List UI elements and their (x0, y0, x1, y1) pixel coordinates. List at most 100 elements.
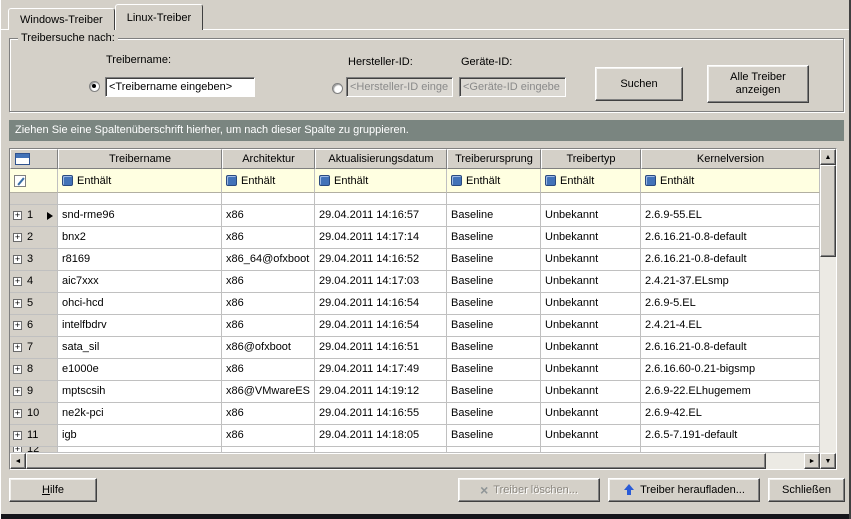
filter-icon[interactable] (62, 175, 73, 186)
cell-treiberursprung: Baseline (447, 337, 541, 359)
row-indicator-cell[interactable]: + 9 (10, 381, 58, 403)
column-header-kernelversion[interactable]: Kernelversion (641, 149, 820, 169)
row-indicator-cell[interactable]: + 11 (10, 425, 58, 447)
cell-treibertyp: Unbekannt (541, 227, 641, 249)
filter-cell-treibername[interactable]: Enthält (58, 169, 222, 193)
horizontal-scroll-track[interactable] (766, 453, 804, 469)
grid-header-row: Treibername Architektur Aktualisierungsd… (10, 149, 820, 169)
show-all-drivers-label: Alle Treiber anzeigen (708, 71, 808, 97)
cell-kernelversion: 2.6.16.21-0.8-default (641, 227, 820, 249)
upload-driver-label: Treiber heraufladen... (640, 484, 745, 496)
filter-icon[interactable] (319, 175, 330, 186)
filter-icon[interactable] (545, 175, 556, 186)
vertical-scroll-thumb[interactable] (820, 165, 836, 257)
cell-architektur: x86 (222, 315, 315, 337)
expand-icon[interactable]: + (13, 321, 22, 330)
column-header-treiberursprung[interactable]: Treiberursprung (447, 149, 541, 169)
filter-cell-aktualisierungsdatum[interactable]: Enthält (315, 169, 447, 193)
search-by-id-radio[interactable] (332, 83, 343, 94)
horizontal-scrollbar[interactable]: ◄ ► (10, 453, 820, 469)
table-row[interactable]: + 5 ohci-hcd x86 29.04.2011 14:16:54 Bas… (10, 293, 820, 315)
table-row[interactable]: + 6 intelfbdrv x86 29.04.2011 14:16:54 B… (10, 315, 820, 337)
filter-cell-kernelversion[interactable]: Enthält (641, 169, 820, 193)
table-row[interactable]: + 10 ne2k-pci x86 29.04.2011 14:16:55 Ba… (10, 403, 820, 425)
tab-linux-treiber[interactable]: Linux-Treiber (115, 4, 203, 30)
row-indicator-cell[interactable]: + 7 (10, 337, 58, 359)
scroll-left-button[interactable]: ◄ (10, 453, 26, 469)
cell-treibername: e1000e (58, 359, 222, 381)
column-header-treibertyp[interactable]: Treibertyp (541, 149, 641, 169)
filter-operator: Enthält (241, 175, 275, 187)
column-chooser-icon (15, 153, 30, 165)
row-indicator-cell[interactable]: + 6 (10, 315, 58, 337)
row-number: 3 (27, 249, 33, 270)
search-by-name-radio[interactable] (89, 81, 100, 92)
cell-architektur: x86@ofxboot (222, 337, 315, 359)
expand-icon[interactable]: + (13, 233, 22, 242)
row-indicator-cell[interactable]: + 10 (10, 403, 58, 425)
group-by-panel[interactable]: Ziehen Sie eine Spaltenüberschrift hierh… (9, 120, 844, 141)
row-indicator-cell[interactable]: + 8 (10, 359, 58, 381)
expand-icon[interactable]: + (13, 299, 22, 308)
close-button[interactable]: Schließen (768, 478, 845, 502)
expand-icon[interactable]: + (13, 277, 22, 286)
vertical-scrollbar[interactable]: ▲ ▼ (820, 149, 836, 469)
cell-kernelversion: 2.6.9-55.EL (641, 205, 820, 227)
scroll-down-button[interactable]: ▼ (820, 453, 836, 469)
scroll-right-button[interactable]: ► (804, 453, 820, 469)
delete-driver-button[interactable]: × Treiber löschen... (458, 478, 600, 502)
row-indicator-header[interactable] (10, 149, 58, 169)
table-row[interactable]: + 9 mptscsih x86@VMwareES 29.04.2011 14:… (10, 381, 820, 403)
drivername-input[interactable] (105, 77, 255, 97)
table-row[interactable]: + 1 snd-rme96 x86 29.04.2011 14:16:57 Ba… (10, 205, 820, 227)
search-button[interactable]: Suchen (595, 67, 683, 101)
vendor-id-input[interactable] (346, 77, 453, 97)
show-all-drivers-button[interactable]: Alle Treiber anzeigen (707, 65, 809, 103)
table-row[interactable]: + 8 e1000e x86 29.04.2011 14:17:49 Basel… (10, 359, 820, 381)
cell-architektur: x86 (222, 359, 315, 381)
column-header-aktualisierungsdatum[interactable]: Aktualisierungsdatum (315, 149, 447, 169)
row-number: 8 (27, 359, 33, 380)
column-header-architektur[interactable]: Architektur (222, 149, 315, 169)
filter-icon[interactable] (451, 175, 462, 186)
table-row[interactable]: + 7 sata_sil x86@ofxboot 29.04.2011 14:1… (10, 337, 820, 359)
filter-cell-treiberursprung[interactable]: Enthält (447, 169, 541, 193)
cell-aktualisierungsdatum: 29.04.2011 14:17:03 (315, 271, 447, 293)
horizontal-scroll-thumb[interactable] (26, 453, 766, 469)
filter-cell-architektur[interactable]: Enthält (222, 169, 315, 193)
vertical-scroll-track[interactable] (820, 257, 836, 453)
column-header-treibername[interactable]: Treibername (58, 149, 222, 169)
row-indicator-cell[interactable]: + 2 (10, 227, 58, 249)
row-indicator-cell[interactable]: + 3 (10, 249, 58, 271)
expand-icon[interactable]: + (13, 255, 22, 264)
filter-icon[interactable] (645, 175, 656, 186)
row-indicator-cell[interactable]: + 1 (10, 205, 58, 227)
cell-aktualisierungsdatum: 29.04.2011 14:17:14 (315, 227, 447, 249)
table-row[interactable]: + 4 aic7xxx x86 29.04.2011 14:17:03 Base… (10, 271, 820, 293)
expand-icon[interactable]: + (13, 343, 22, 352)
expand-icon[interactable]: + (13, 365, 22, 374)
device-id-label: Geräte-ID: (461, 56, 512, 68)
filter-cell-treibertyp[interactable]: Enthält (541, 169, 641, 193)
tab-windows-treiber[interactable]: Windows-Treiber (8, 8, 115, 30)
device-id-input[interactable] (459, 77, 566, 97)
table-row[interactable]: + 11 igb x86 29.04.2011 14:18:05 Baselin… (10, 425, 820, 447)
cell-treibertyp: Unbekannt (541, 293, 641, 315)
filter-edit-cell[interactable] (10, 169, 58, 193)
current-row-arrow-icon (47, 212, 53, 220)
scroll-up-button[interactable]: ▲ (820, 149, 836, 165)
expand-icon[interactable]: + (13, 211, 22, 220)
row-indicator-cell[interactable]: + 4 (10, 271, 58, 293)
expand-icon[interactable]: + (13, 409, 22, 418)
help-button[interactable]: Hilfe (9, 478, 97, 502)
expand-icon[interactable]: + (13, 387, 22, 396)
table-row[interactable]: + 2 bnx2 x86 29.04.2011 14:17:14 Baselin… (10, 227, 820, 249)
table-row[interactable]: + 3 r8169 x86_64@ofxboot 29.04.2011 14:1… (10, 249, 820, 271)
expand-icon[interactable]: + (13, 431, 22, 440)
cell-treibertyp: Unbekannt (541, 205, 641, 227)
row-indicator-cell[interactable]: + 5 (10, 293, 58, 315)
row-number: 7 (27, 337, 33, 358)
upload-driver-button[interactable]: Treiber heraufladen... (608, 478, 760, 502)
filter-operator: Enthält (334, 175, 368, 187)
filter-icon[interactable] (226, 175, 237, 186)
